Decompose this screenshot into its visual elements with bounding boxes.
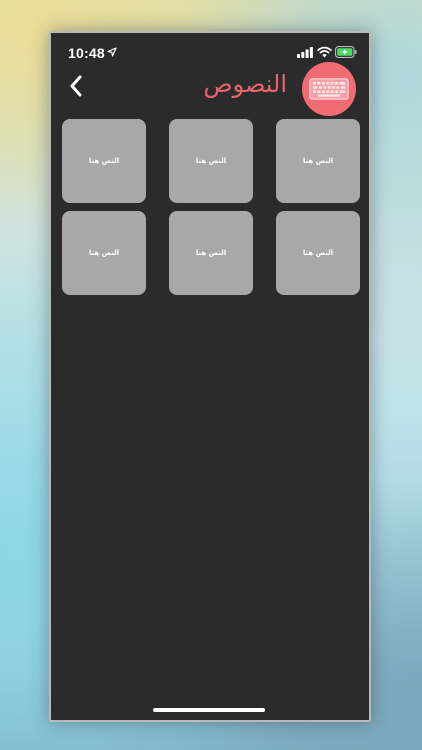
phone-screen: 10:48 النصوص النص هنا النص هنا النص هنا … xyxy=(49,31,371,722)
text-tile[interactable]: النص هنا xyxy=(276,119,360,203)
wifi-icon xyxy=(317,46,332,58)
text-tile[interactable]: النص هنا xyxy=(62,119,146,203)
text-tile[interactable]: النص هنا xyxy=(169,211,253,295)
keyboard-icon xyxy=(309,78,349,100)
tile-label: النص هنا xyxy=(88,157,120,165)
tile-label: النص هنا xyxy=(302,157,334,165)
tile-label: النص هنا xyxy=(302,249,334,257)
battery-charging-icon xyxy=(335,46,357,58)
chevron-left-icon xyxy=(70,75,82,97)
tile-label: النص هنا xyxy=(195,249,227,257)
home-indicator[interactable] xyxy=(153,708,265,712)
cellular-signal-icon xyxy=(297,47,313,58)
location-arrow-icon xyxy=(107,47,117,57)
status-time: 10:48 xyxy=(68,45,105,61)
back-button[interactable] xyxy=(63,73,89,99)
tile-label: النص هنا xyxy=(195,157,227,165)
text-tile[interactable]: النص هنا xyxy=(169,119,253,203)
text-tiles-grid: النص هنا النص هنا النص هنا النص هنا النص… xyxy=(60,119,360,295)
page-title: النصوص xyxy=(203,70,287,98)
text-tile[interactable]: النص هنا xyxy=(62,211,146,295)
keyboard-badge xyxy=(302,62,356,116)
tile-label: النص هنا xyxy=(88,249,120,257)
text-tile[interactable]: النص هنا xyxy=(276,211,360,295)
